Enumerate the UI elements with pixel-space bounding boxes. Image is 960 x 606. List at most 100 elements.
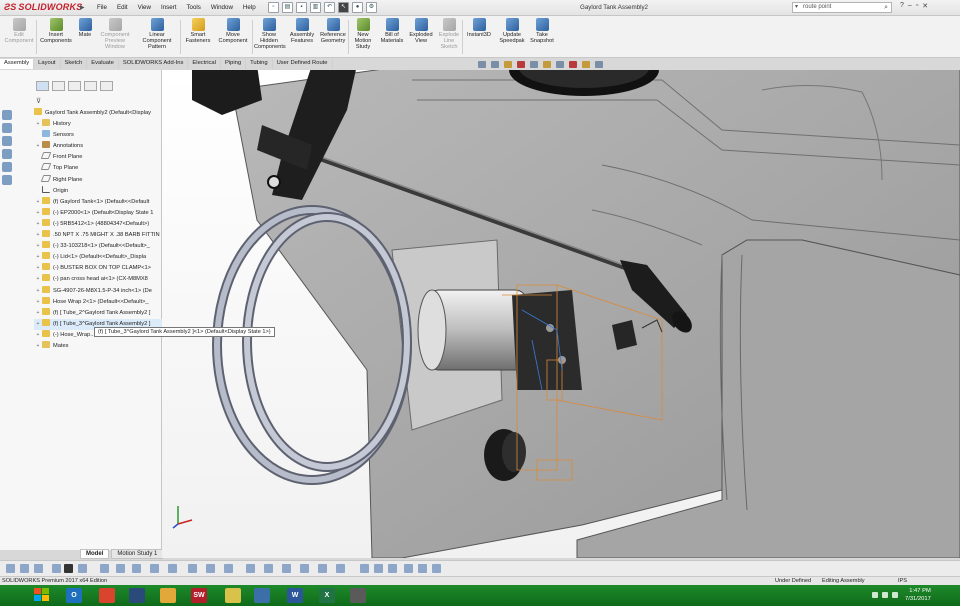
toolbar-tool-icon[interactable]: [150, 564, 159, 573]
tab-electrical[interactable]: Electrical: [188, 59, 221, 69]
ribbon-show-hidden-components-button[interactable]: Show Hidden Components: [254, 18, 286, 50]
menu-edit[interactable]: Edit: [112, 3, 133, 12]
ribbon-reference-geometry-button[interactable]: Reference Geometry: [318, 18, 348, 44]
clock[interactable]: 1:47 PM 7/31/2017: [905, 587, 931, 603]
tree-item[interactable]: + .50 NPT X .75 MIGHT X .38 BARB FITTIN: [34, 230, 162, 241]
toolbar-tool-icon[interactable]: [206, 564, 215, 573]
tree-item[interactable]: Right Plane: [34, 174, 162, 186]
tree-item[interactable]: + (-) 33-103218<1> (Default<<Default>_: [34, 241, 162, 252]
toolbar-tool-icon[interactable]: [132, 564, 141, 573]
feature-tree-tab-icon[interactable]: [36, 81, 49, 91]
tab-piping[interactable]: Piping: [221, 59, 247, 69]
toolbar-tool-icon[interactable]: [6, 564, 15, 573]
toolbar-tool-icon[interactable]: [360, 564, 369, 573]
ribbon-explode-line-sketch-button[interactable]: Explode Line Sketch: [436, 18, 462, 50]
previous-view-icon[interactable]: [504, 61, 512, 68]
menu-tools[interactable]: Tools: [181, 3, 205, 12]
search-scope-icon[interactable]: ▾: [795, 3, 798, 12]
tree-item[interactable]: + History: [34, 119, 162, 130]
select-arrow-icon[interactable]: ↖: [338, 2, 349, 13]
section-view-icon[interactable]: [517, 61, 525, 68]
help-icon[interactable]: ?: [900, 2, 904, 10]
tab-tubing[interactable]: Tubing: [246, 59, 273, 69]
tab-layout[interactable]: Layout: [34, 59, 61, 69]
expand-toggle-icon[interactable]: +: [34, 219, 42, 230]
tab-assembly[interactable]: Assembly: [0, 59, 35, 69]
undo-icon[interactable]: ↶: [324, 2, 335, 13]
expand-toggle-icon[interactable]: +: [34, 252, 42, 263]
word-icon[interactable]: W: [287, 588, 303, 603]
expand-toggle-icon[interactable]: +: [34, 274, 42, 285]
view-orientation-icon[interactable]: [530, 61, 538, 68]
solidworks-logo[interactable]: ƧS SOLIDWORKS: [4, 2, 82, 12]
tree-item[interactable]: + SG-4907-26-M8X1.5-P-34 inch<1> (De: [34, 285, 162, 297]
toolbar-tool-icon[interactable]: [432, 564, 441, 573]
start-button[interactable]: [34, 588, 50, 603]
expand-toggle-icon[interactable]: +: [34, 297, 42, 308]
search-commands-input[interactable]: ▾ route point ⌕: [792, 2, 892, 13]
menu-insert[interactable]: Insert: [156, 3, 181, 12]
tab-model[interactable]: Model: [80, 549, 110, 559]
dimxpert-tab-icon[interactable]: [84, 81, 97, 91]
app-icon[interactable]: [225, 588, 241, 603]
ribbon-linear-component-pattern-button[interactable]: Linear Component Pattern: [134, 18, 180, 50]
ribbon-edit-component-button[interactable]: Edit Component: [2, 18, 36, 44]
search-icon[interactable]: ⌕: [884, 3, 888, 12]
tab-user-defined-route[interactable]: User Defined Route: [273, 59, 333, 69]
toolbar-tool-icon[interactable]: [52, 564, 61, 573]
expand-toggle-icon[interactable]: +: [34, 230, 42, 241]
hide-show-items-icon[interactable]: [556, 61, 564, 68]
zoom-to-fit-icon[interactable]: [478, 61, 486, 68]
print-icon[interactable]: ▥: [310, 2, 321, 13]
ribbon-instant3d-button[interactable]: Instant3D: [464, 18, 494, 38]
open-icon[interactable]: ▤: [282, 2, 293, 13]
expand-toggle-icon[interactable]: +: [34, 341, 42, 352]
ribbon-mate-button[interactable]: Mate: [76, 18, 94, 38]
menu-pin-icon[interactable]: ▶: [80, 4, 85, 11]
solidworks-icon[interactable]: SW: [191, 588, 207, 603]
toolbar-tool-icon[interactable]: [78, 564, 87, 573]
tree-item[interactable]: + (-) BUSTER BOX ON TOP CLAMP<1>: [34, 263, 162, 274]
tree-item[interactable]: + (f) Gaylord Tank<1> (Default<<Default: [34, 196, 162, 208]
menu-view[interactable]: View: [133, 3, 156, 12]
apply-scene-icon[interactable]: [582, 61, 590, 68]
toolbar-tool-icon[interactable]: [318, 564, 327, 573]
toolbar-tool-icon[interactable]: [168, 564, 177, 573]
expand-toggle-icon[interactable]: +: [34, 119, 42, 130]
expand-toggle-icon[interactable]: +: [34, 208, 42, 219]
toolbar-tool-icon[interactable]: [34, 564, 43, 573]
property-manager-tab-icon[interactable]: [52, 81, 65, 91]
ribbon-assembly-features-button[interactable]: Assembly Features: [288, 18, 316, 44]
toolbar-tool-icon[interactable]: [418, 564, 427, 573]
expand-toggle-icon[interactable]: +: [34, 308, 42, 319]
filter-icon[interactable]: ⊽: [36, 97, 41, 105]
toolbar-tool-icon[interactable]: [116, 564, 125, 573]
toolbar-tool-icon[interactable]: [336, 564, 345, 573]
tab-solidworks-add-ins[interactable]: SOLIDWORKS Add-Ins: [119, 59, 189, 69]
ribbon-smart-fasteners-button[interactable]: Smart Fasteners: [184, 18, 212, 44]
tree-item[interactable]: + Mates: [34, 340, 162, 352]
tree-root[interactable]: Gaylord Tank Assembly2 (Default<Display: [34, 108, 162, 119]
side-tool-icon[interactable]: [2, 110, 12, 120]
ribbon-new-motion-study-button[interactable]: New Motion Study: [350, 18, 376, 50]
network-icon[interactable]: [882, 592, 888, 598]
graphics-area-viewport[interactable]: [162, 70, 960, 558]
ribbon-bill-of-materials-button[interactable]: Bill of Materials: [378, 18, 406, 44]
unit-system[interactable]: IPS: [898, 577, 907, 585]
toolbar-tool-icon[interactable]: [374, 564, 383, 573]
ribbon-component-preview-window-button[interactable]: Component Preview Window: [98, 18, 132, 50]
expand-toggle-icon[interactable]: +: [34, 319, 42, 330]
rebuild-icon[interactable]: ●: [352, 2, 363, 13]
display-style-icon[interactable]: [543, 61, 551, 68]
toolbar-tool-icon[interactable]: [246, 564, 255, 573]
menu-window[interactable]: Window: [206, 3, 238, 12]
tab-motion-study[interactable]: Motion Study 1: [111, 549, 164, 559]
tree-item[interactable]: + (-) pan cross head ai<1> (CX-M8MX8: [34, 274, 162, 285]
expand-toggle-icon[interactable]: +: [34, 263, 42, 274]
tree-item[interactable]: Origin: [34, 185, 162, 197]
tree-item[interactable]: + Annotations: [34, 141, 162, 152]
toolbar-tool-icon[interactable]: [100, 564, 109, 573]
side-tool-icon[interactable]: [2, 162, 12, 172]
side-tool-icon[interactable]: [2, 123, 12, 133]
toolbar-tool-icon[interactable]: [224, 564, 233, 573]
